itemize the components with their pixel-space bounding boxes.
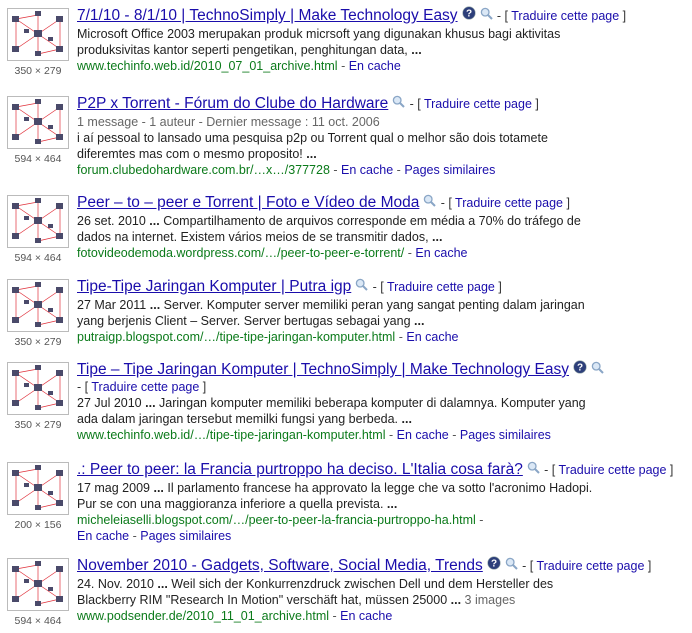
image-dimensions: 594 × 464 <box>14 615 62 627</box>
magnifier-icon[interactable] <box>505 556 518 575</box>
magnifier-icon[interactable] <box>423 193 437 212</box>
result-thumbnail[interactable] <box>7 558 69 611</box>
result-title[interactable]: P2P x Torrent - Fórum do Clube do Hardwa… <box>77 95 388 112</box>
cache-link[interactable]: En cache <box>349 59 401 73</box>
result-url: forum.clubedohardware.com.br/…x…/377728 <box>77 163 330 177</box>
similar-pages-link[interactable]: Pages similaires <box>460 428 551 442</box>
cache-link[interactable]: En cache <box>341 163 393 177</box>
magnifier-icon[interactable] <box>355 277 368 296</box>
result-snippet: 27 Jul 2010 ... Jaringan komputer memili… <box>77 396 586 427</box>
result-thumbnail[interactable] <box>7 8 69 61</box>
result-url: putraigp.blogspot.com/…/tipe-tipe-jaring… <box>77 330 396 344</box>
translate-link[interactable]: Traduire cette page <box>559 463 667 477</box>
result-thumbnail[interactable] <box>7 96 69 149</box>
info-icon[interactable]: ? <box>487 556 501 575</box>
translate-link[interactable]: Traduire cette page <box>387 280 495 294</box>
info-icon[interactable]: ? <box>461 6 476 25</box>
result-thumbnail[interactable] <box>7 462 69 515</box>
result-title[interactable]: Peer – to – peer e Torrent | Foto e Víde… <box>77 194 419 211</box>
translate-link[interactable]: Traduire cette page <box>536 559 644 573</box>
result-url: fotovideodemoda.wordpress.com/…/peer-to-… <box>77 246 405 260</box>
result-title[interactable]: November 2010 - Gadgets, Software, Socia… <box>77 557 483 574</box>
result-title[interactable]: .: Peer to peer: la Francia purtroppo ha… <box>77 461 523 478</box>
cache-link[interactable]: En cache <box>77 529 129 543</box>
result-snippet: 24. Nov. 2010 ... Weil sich der Konkurre… <box>77 577 554 607</box>
info-icon[interactable]: ? <box>573 360 587 379</box>
image-dimensions: 350 × 279 <box>14 419 62 431</box>
result-url: micheleiaselli.blogspot.com/…/peer-to-pe… <box>77 513 476 527</box>
translate-link[interactable]: Traduire cette page <box>455 196 563 210</box>
result-snippet: 1 message - 1 auteur - Dernier message :… <box>77 114 688 162</box>
svg-text:?: ? <box>466 9 472 20</box>
result-url: www.techinfo.web.id/2010_07_01_archive.h… <box>77 59 338 73</box>
cache-link[interactable]: En cache <box>406 330 458 344</box>
result-thumbnail[interactable] <box>7 195 69 248</box>
translate-link[interactable]: Traduire cette page <box>91 380 199 394</box>
translate-link[interactable]: Traduire cette page <box>511 9 619 23</box>
result-title[interactable]: 7/1/10 - 8/1/10 | TechnoSimply | Make Te… <box>77 7 458 24</box>
similar-pages-link[interactable]: Pages similaires <box>404 163 495 177</box>
magnifier-icon[interactable] <box>591 360 604 379</box>
magnifier-icon[interactable] <box>392 94 406 113</box>
result-url: www.podsender.de/2010_11_01_archive.html <box>77 609 330 623</box>
result-url: www.techinfo.web.id/…/tipe-tipe-jaringan… <box>77 428 386 443</box>
result-title[interactable]: Tipe – Tipe Jaringan Komputer | TechnoSi… <box>77 361 569 378</box>
result-title[interactable]: Tipe-Tipe Jaringan Komputer | Putra igp <box>77 278 351 295</box>
image-dimensions: 594 × 464 <box>14 153 62 165</box>
magnifier-icon[interactable] <box>480 6 493 25</box>
cache-link[interactable]: En cache <box>340 609 392 623</box>
result-thumbnail[interactable] <box>7 279 69 332</box>
result-snippet: Microsoft Office 2003 merupakan produk m… <box>77 27 561 57</box>
thread-meta: 1 message - 1 auteur - Dernier message :… <box>77 115 380 129</box>
translate-link[interactable]: Traduire cette page <box>424 97 532 111</box>
image-count: 3 images <box>464 593 516 607</box>
result-snippet: 26 set. 2010 ... Compartilhamento de arq… <box>77 214 581 244</box>
svg-text:?: ? <box>577 363 583 374</box>
image-dimensions: 200 × 156 <box>14 519 62 531</box>
similar-pages-link[interactable]: Pages similaires <box>140 529 231 543</box>
image-dimensions: 350 × 279 <box>14 65 62 77</box>
cache-link[interactable]: En cache <box>397 428 449 442</box>
cache-link[interactable]: En cache <box>415 246 467 260</box>
image-dimensions: 350 × 279 <box>14 336 62 348</box>
svg-text:?: ? <box>491 559 497 570</box>
result-thumbnail[interactable] <box>7 362 69 415</box>
image-dimensions: 594 × 464 <box>14 252 62 264</box>
magnifier-icon[interactable] <box>527 460 540 479</box>
result-snippet: 27 Mar 2011 ... Server. Komputer server … <box>77 298 585 328</box>
result-snippet: 17 mag 2009 ... Il parlamento francese h… <box>77 481 593 511</box>
